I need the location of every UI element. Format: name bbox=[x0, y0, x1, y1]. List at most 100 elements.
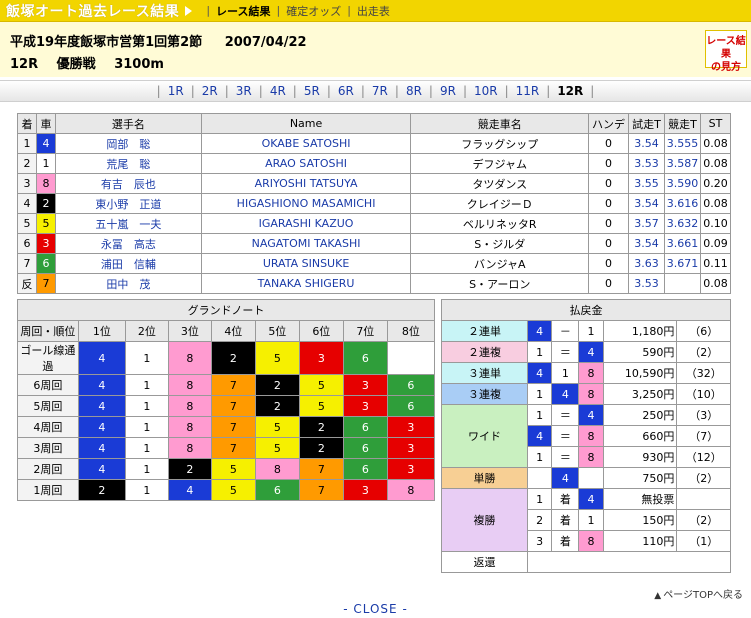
bet-type-label: 返還 bbox=[441, 551, 528, 573]
grand-note-table: グランドノート 周回・順位 1位 2位 3位 4位 5位 6位 7位 8位 ゴー… bbox=[17, 299, 436, 501]
nav-race-card[interactable]: 出走表 bbox=[357, 3, 390, 19]
table-row: 3 8 有吉 辰也 ARIYOSHI TATSUYA タツダンス 0 3.55 3.590 0.… bbox=[17, 173, 732, 194]
position-car: 3 bbox=[342, 395, 388, 417]
position-car: 6 bbox=[342, 458, 388, 480]
position-car: 8 bbox=[167, 374, 212, 396]
rider-name: 田中 茂 bbox=[54, 273, 202, 294]
nav-race-result[interactable]: レース結果 bbox=[216, 3, 270, 19]
position-car: 8 bbox=[254, 458, 300, 480]
site-title: 飯塚オート過去レース結果 bbox=[6, 3, 180, 20]
bet-type-label: ２連単 bbox=[441, 320, 528, 342]
table-row: 6周回 4 1 8 7 2 5 3 6 bbox=[17, 374, 436, 396]
car-number: 8 bbox=[35, 173, 56, 194]
handicap: 0 bbox=[588, 193, 629, 214]
payout-row-nirenfuku: ２連複 1 ＝ 4 590円 （2） bbox=[441, 341, 731, 363]
tab-race-6[interactable]: 6R bbox=[338, 84, 354, 98]
tab-race-10[interactable]: 10R bbox=[474, 84, 498, 98]
tab-race-4[interactable]: 4R bbox=[270, 84, 286, 98]
position-car: 1 bbox=[124, 341, 169, 375]
handicap: 0 bbox=[588, 173, 629, 194]
bet-type-label: ３連単 bbox=[441, 362, 528, 384]
position-car: 7 bbox=[210, 437, 256, 459]
position-car: 3 bbox=[342, 479, 388, 501]
race-info: 平成19年度飯塚市営第1回第2節 2007/04/22 12R 優勝戦 3100… bbox=[0, 22, 751, 77]
result-guide-button[interactable]: レース結果 の見方 bbox=[705, 30, 747, 73]
start-timing: 0.08 bbox=[699, 193, 732, 214]
rider-roman-name: HIGASHIONO MASAMICHI bbox=[200, 193, 412, 214]
position-car: 8 bbox=[386, 479, 436, 501]
race-date: 2007/04/22 bbox=[224, 35, 307, 50]
bet-type-label: ２連複 bbox=[441, 341, 528, 363]
position-car: 7 bbox=[298, 458, 344, 480]
table-row: 7 6 浦田 信輔 URATA SINSUKE バンジャA 0 3.63 3.671 0.11 bbox=[17, 253, 732, 274]
lap-label: 2周回 bbox=[17, 458, 79, 480]
tab-race-9[interactable]: 9R bbox=[440, 84, 456, 98]
col-lap: 周回・順位 bbox=[17, 320, 79, 342]
trial-time: 3.55 bbox=[628, 173, 665, 194]
position-car: 3 bbox=[342, 374, 388, 396]
position-car: 4 bbox=[77, 416, 126, 438]
tab-race-3[interactable]: 3R bbox=[236, 84, 252, 98]
position-car: 1 bbox=[124, 374, 169, 396]
rank-cell: 7 bbox=[17, 253, 37, 274]
race-name: 優勝戦 bbox=[56, 57, 96, 72]
race-time: 3.632 bbox=[663, 213, 701, 234]
car-number: 7 bbox=[35, 273, 56, 294]
table-row: 4周回 4 1 8 7 5 2 6 3 bbox=[17, 416, 436, 438]
rank-cell: 2 bbox=[17, 153, 37, 174]
payout-row-wide-1: ワイド 1 ＝ 4 250円 （3） bbox=[441, 404, 731, 468]
rider-roman-name: IGARASHI KAZUO bbox=[200, 213, 412, 234]
payout-title: 払戻金 bbox=[441, 299, 731, 321]
triangle-up-icon: ▲ bbox=[654, 591, 662, 601]
position-car: 8 bbox=[167, 395, 212, 417]
col-pos-2: 2位 bbox=[124, 320, 169, 342]
table-row: ゴール線通過 4 1 8 2 5 3 6 bbox=[17, 341, 436, 375]
rider-name: 永冨 高志 bbox=[54, 233, 202, 254]
page-top-link[interactable]: ▲ ページTOPへ戻る bbox=[654, 586, 743, 601]
lap-label: ゴール線通過 bbox=[17, 341, 79, 375]
tab-race-8[interactable]: 8R bbox=[406, 84, 422, 98]
rider-roman-name: TANAKA SHIGERU bbox=[200, 273, 412, 294]
tab-race-7[interactable]: 7R bbox=[372, 84, 388, 98]
handicap: 0 bbox=[588, 213, 629, 234]
close-button[interactable]: - CLOSE - bbox=[0, 602, 751, 616]
col-trial-time: 試走T bbox=[628, 113, 665, 134]
race-number: 12R bbox=[10, 57, 39, 72]
position-car: 7 bbox=[210, 395, 256, 417]
rider-name: 有吉 辰也 bbox=[54, 173, 202, 194]
rider-name: 東小野 正道 bbox=[54, 193, 202, 214]
tab-race-2[interactable]: 2R bbox=[202, 84, 218, 98]
payout-row-fukusho-1: 複勝 1 着 4 無投票 bbox=[441, 488, 731, 552]
table-row: 2周回 4 1 2 5 8 7 6 3 bbox=[17, 458, 436, 480]
meeting-name: 平成19年度飯塚市営第1回第2節 bbox=[10, 35, 203, 50]
tab-race-1[interactable]: 1R bbox=[168, 84, 184, 98]
rider-roman-name: ARAO SATOSHI bbox=[200, 153, 412, 174]
machine-name: バンジャA bbox=[410, 253, 590, 274]
position-car: 1 bbox=[124, 458, 169, 480]
rank-cell: 3 bbox=[17, 173, 37, 194]
tab-race-12[interactable]: 12R bbox=[557, 84, 583, 98]
tab-race-5[interactable]: 5R bbox=[304, 84, 320, 98]
race-time bbox=[663, 273, 701, 294]
rider-name: 岡部 聡 bbox=[54, 133, 202, 154]
table-row: 2 1 荒尾 聡 ARAO SATOSHI デフジャム 0 3.53 3.587 0.08 bbox=[17, 153, 732, 174]
table-row: 4 2 東小野 正道 HIGASHIONO MASAMICHI クレイジーＤ 0 3.54 3… bbox=[17, 193, 732, 214]
triangle-right-icon bbox=[185, 5, 193, 16]
start-timing: 0.11 bbox=[699, 253, 732, 274]
position-car: 1 bbox=[124, 416, 169, 438]
table-row: 1周回 2 1 4 5 6 7 3 8 bbox=[17, 479, 436, 501]
col-pos-1: 1位 bbox=[77, 320, 126, 342]
position-car: 6 bbox=[386, 395, 436, 417]
nav-confirmed-odds[interactable]: 確定オッズ bbox=[286, 3, 341, 19]
position-car: 6 bbox=[342, 416, 388, 438]
position-car: 3 bbox=[386, 416, 436, 438]
machine-name: デフジャム bbox=[410, 153, 590, 174]
handicap: 0 bbox=[588, 153, 629, 174]
race-distance: 3100m bbox=[114, 57, 164, 72]
position-car: 5 bbox=[298, 374, 344, 396]
position-car: 2 bbox=[298, 416, 344, 438]
grand-note-title: グランドノート bbox=[17, 299, 435, 321]
tab-race-11[interactable]: 11R bbox=[516, 84, 540, 98]
table-row: 5 5 五十嵐 一夫 IGARASHI KAZUO ベルリネッタR 0 3.57 3.632 0… bbox=[17, 213, 732, 234]
car-number: 2 bbox=[35, 193, 56, 214]
